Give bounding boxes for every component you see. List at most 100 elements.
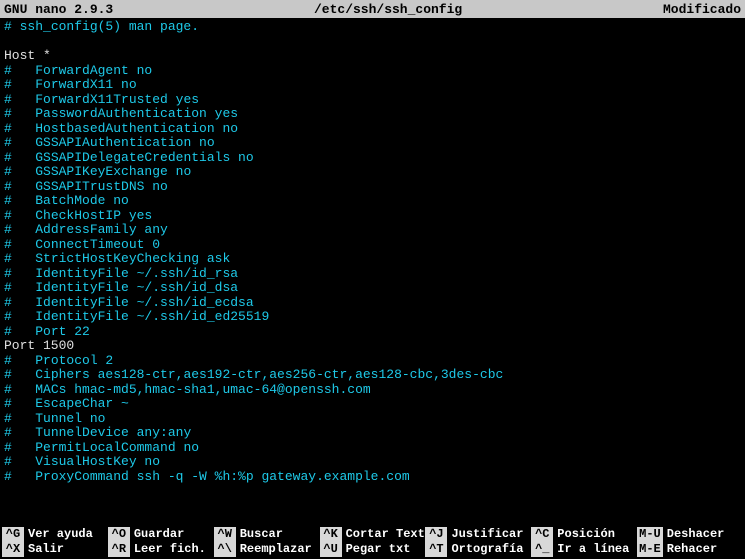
shortcut-label: Buscar [240, 527, 283, 542]
editor-line: # GSSAPITrustDNS no [4, 180, 741, 195]
comment-marker: # [4, 295, 35, 310]
editor-line: # IdentityFile ~/.ssh/id_ecdsa [4, 296, 741, 311]
comment-marker: # [4, 367, 35, 382]
shortcut-item[interactable]: ^G Ver ayuda [2, 527, 108, 542]
line-text: BatchMode no [35, 193, 129, 208]
comment-marker: # [4, 77, 35, 92]
comment-marker: # [4, 193, 35, 208]
comment-marker: # [4, 454, 35, 469]
line-text: Host * [4, 48, 51, 63]
line-text: GSSAPITrustDNS no [35, 179, 168, 194]
comment-marker: # [4, 19, 20, 34]
comment-marker: # [4, 121, 35, 136]
editor-line [4, 35, 741, 50]
title-bar: GNU nano 2.9.3 /etc/ssh/ssh_config Modif… [0, 0, 745, 18]
comment-marker: # [4, 179, 35, 194]
shortcut-key: ^T [425, 542, 447, 557]
line-text: IdentityFile ~/.ssh/id_ecdsa [35, 295, 253, 310]
line-text: EscapeChar ~ [35, 396, 129, 411]
editor-line: # IdentityFile ~/.ssh/id_rsa [4, 267, 741, 282]
editor-line: # ForwardAgent no [4, 64, 741, 79]
editor-line: # ForwardX11 no [4, 78, 741, 93]
comment-marker: # [4, 92, 35, 107]
shortcut-key: ^C [531, 527, 553, 542]
shortcut-row-1: ^G Ver ayuda ^OGuardar^WBuscar^K Cortar Tex… [2, 527, 743, 542]
shortcut-item[interactable]: M-ERehacer [637, 542, 743, 557]
shortcut-item[interactable]: ^C Posición [531, 527, 637, 542]
editor-line: # VisualHostKey no [4, 455, 741, 470]
editor-line: # IdentityFile ~/.ssh/id_ed25519 [4, 310, 741, 325]
shortcut-item[interactable]: ^XSalir [2, 542, 108, 557]
editor-line: # PermitLocalCommand no [4, 441, 741, 456]
shortcut-label: Salir [28, 542, 64, 557]
editor-line: # TunnelDevice any:any [4, 426, 741, 441]
shortcut-key: ^G [2, 527, 24, 542]
shortcut-label: Posición [557, 527, 615, 542]
line-text: ConnectTimeout 0 [35, 237, 160, 252]
line-text: Port 22 [35, 324, 90, 339]
editor-line: # Tunnel no [4, 412, 741, 427]
line-text: PermitLocalCommand no [35, 440, 199, 455]
editor-line: # ConnectTimeout 0 [4, 238, 741, 253]
comment-marker: # [4, 309, 35, 324]
editor-line: Port 1500 [4, 339, 741, 354]
editor-line: # StrictHostKeyChecking ask [4, 252, 741, 267]
editor-line: # MACs hmac-md5,hmac-sha1,umac-64@openss… [4, 383, 741, 398]
line-text: MACs hmac-md5,hmac-sha1,umac-64@openssh.… [35, 382, 370, 397]
comment-marker: # [4, 106, 35, 121]
line-text: VisualHostKey no [35, 454, 160, 469]
editor-line: # PasswordAuthentication yes [4, 107, 741, 122]
shortcut-item[interactable]: M-U Deshacer [637, 527, 743, 542]
shortcut-item[interactable]: ^_Ir a línea [531, 542, 637, 557]
shortcut-item[interactable]: ^OGuardar [108, 527, 214, 542]
comment-marker: # [4, 222, 35, 237]
editor-line: # GSSAPIDelegateCredentials no [4, 151, 741, 166]
shortcut-item[interactable]: ^TOrtografía [425, 542, 531, 557]
line-text: Tunnel no [35, 411, 105, 426]
shortcut-label: Ir a línea [557, 542, 629, 557]
shortcut-key: ^O [108, 527, 130, 542]
editor-area[interactable]: # ssh_config(5) man page.Host *# Forward… [0, 18, 745, 484]
shortcut-key: ^R [108, 542, 130, 557]
shortcut-label: Ver ayuda [28, 527, 93, 542]
shortcut-key: ^U [320, 542, 342, 557]
shortcut-bar: ^G Ver ayuda ^OGuardar^WBuscar^K Cortar Tex… [0, 527, 745, 559]
line-text: ForwardAgent no [35, 63, 152, 78]
shortcut-key: ^K [320, 527, 342, 542]
comment-marker: # [4, 324, 35, 339]
file-status: Modificado [663, 2, 741, 17]
shortcut-key: M-E [637, 542, 663, 557]
line-text: GSSAPIKeyExchange no [35, 164, 191, 179]
shortcut-item[interactable]: ^K Cortar Text [320, 527, 426, 542]
line-text: HostbasedAuthentication no [35, 121, 238, 136]
shortcut-item[interactable]: ^JJustificar [425, 527, 531, 542]
shortcut-item[interactable]: ^\Reemplazar [214, 542, 320, 557]
comment-marker: # [4, 469, 35, 484]
app-name: GNU nano 2.9.3 [4, 2, 113, 17]
line-text: ForwardX11 no [35, 77, 136, 92]
shortcut-item[interactable]: ^WBuscar [214, 527, 320, 542]
shortcut-key: M-U [637, 527, 663, 542]
line-text: ProxyCommand ssh -q -W %h:%p gateway.exa… [35, 469, 409, 484]
shortcut-label: Leer fich. [134, 542, 206, 557]
shortcut-label: Reemplazar [240, 542, 312, 557]
editor-line: # ProxyCommand ssh -q -W %h:%p gateway.e… [4, 470, 741, 485]
shortcut-label: Justificar [451, 527, 523, 542]
shortcut-item[interactable]: ^R Leer fich. [108, 542, 214, 557]
editor-line: # ssh_config(5) man page. [4, 20, 741, 35]
comment-marker: # [4, 164, 35, 179]
editor-line: # Protocol 2 [4, 354, 741, 369]
file-path: /etc/ssh/ssh_config [113, 2, 663, 17]
editor-line: # AddressFamily any [4, 223, 741, 238]
line-text: PasswordAuthentication yes [35, 106, 238, 121]
editor-line: # HostbasedAuthentication no [4, 122, 741, 137]
shortcut-label: Deshacer [667, 527, 725, 542]
comment-marker: # [4, 396, 35, 411]
comment-marker: # [4, 280, 35, 295]
line-text: IdentityFile ~/.ssh/id_dsa [35, 280, 238, 295]
shortcut-label: Cortar Text [346, 527, 425, 542]
shortcut-item[interactable]: ^UPegar txt [320, 542, 426, 557]
editor-line: # CheckHostIP yes [4, 209, 741, 224]
comment-marker: # [4, 150, 35, 165]
line-text: CheckHostIP yes [35, 208, 152, 223]
